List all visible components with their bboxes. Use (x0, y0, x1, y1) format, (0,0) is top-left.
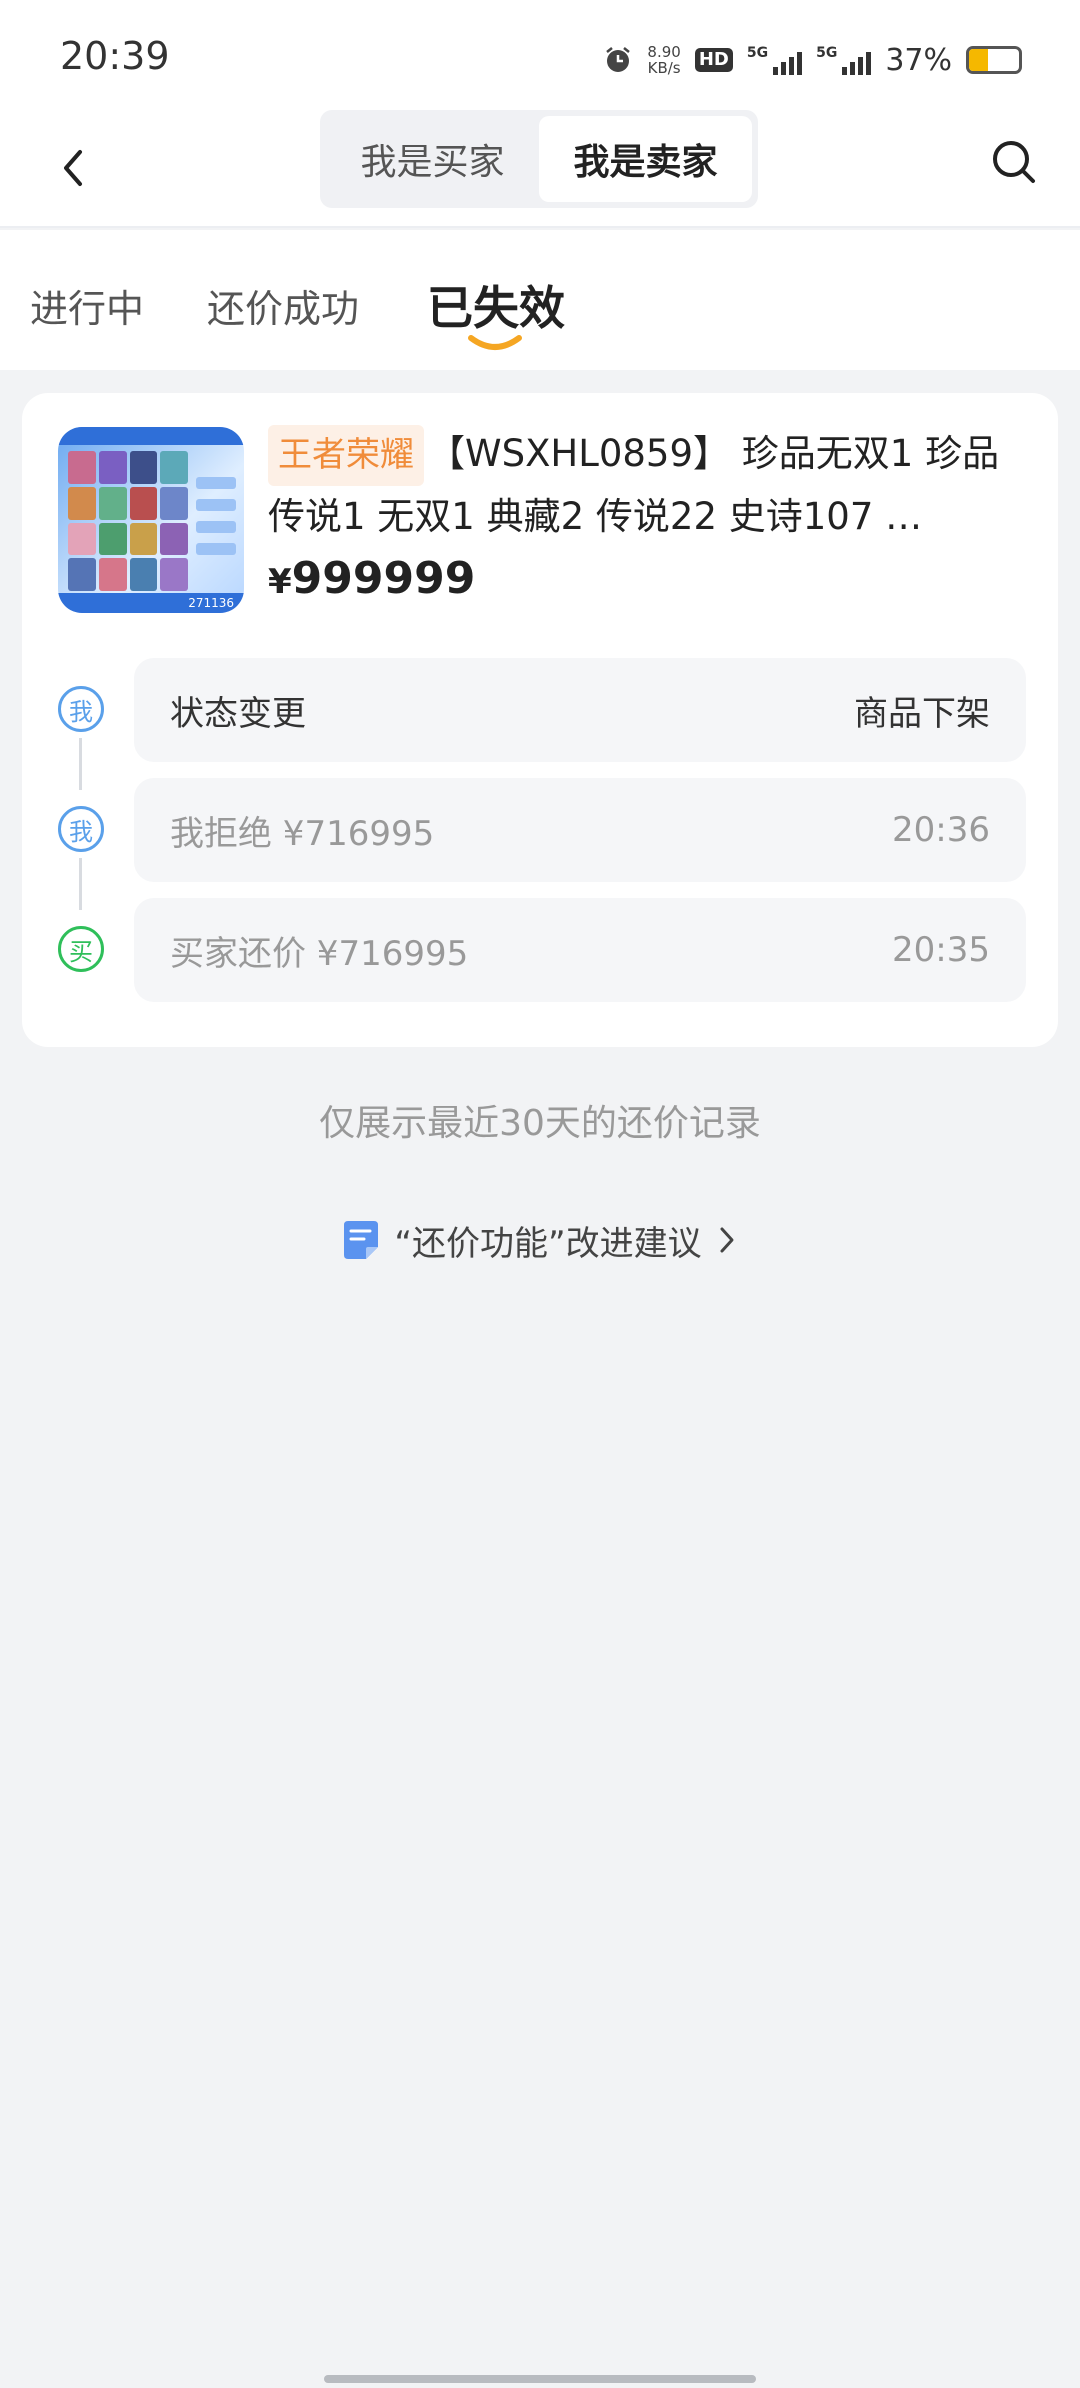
price-currency: ¥ (268, 562, 292, 602)
signal-icon: 5G (746, 45, 803, 75)
item-title[interactable]: 王者荣耀 【WSXHL0859】 珍品无双1 珍品传说1 无双1 典藏2 传说22… (268, 423, 1034, 547)
actor-badge: 我 (58, 806, 104, 852)
price-value: 999999 (291, 553, 476, 604)
net-speed-unit: KB/s (647, 59, 681, 77)
actor-badge: 买 (58, 926, 104, 972)
status-time: 20:39 (60, 34, 170, 78)
status-bar: 20:39 8.90 KB/s HD 5G 5G 37% (0, 0, 1080, 110)
timeline-event: 状态变更 (170, 693, 306, 734)
search-icon (993, 141, 1035, 183)
battery-level (969, 49, 988, 71)
tab-expired[interactable]: 已失效 (427, 272, 565, 338)
thumb-footer: 271136 (58, 593, 244, 613)
offer-card[interactable]: 271136 王者荣耀 【WSXHL0859】 珍品无双1 珍品传说1 无双1 典… (22, 393, 1058, 1047)
role-switch: 我是买家 我是卖家 (320, 110, 758, 208)
sim2-label: 5G (816, 45, 838, 61)
battery-percent: 37% (885, 42, 952, 78)
search-button[interactable] (984, 132, 1044, 192)
timeline-box: 我拒绝 ¥716995 20:36 (134, 778, 1026, 882)
tab-indicator (468, 335, 522, 350)
timeline-detail: 商品下架 (854, 693, 990, 734)
battery-icon (966, 46, 1022, 74)
timeline-time: 20:35 (892, 930, 990, 970)
timeline-event: 我拒绝 ¥716995 (170, 813, 435, 854)
tab-in-progress[interactable]: 进行中 (30, 278, 144, 333)
net-speed-value: 8.90 (647, 43, 681, 61)
document-icon (344, 1221, 379, 1259)
sim1-label: 5G (746, 45, 769, 61)
timeline-item: 买 买家还价 ¥716995 20:35 (22, 898, 1058, 1002)
item-price: ¥999999 (268, 553, 475, 604)
chevron-left-icon (64, 150, 82, 186)
hd-icon: HD (694, 48, 733, 72)
feedback-label: “还价功能”改进建议 (394, 1223, 702, 1264)
alarm-icon (606, 47, 631, 72)
feedback-link[interactable]: “还价功能”改进建议 (0, 1212, 1080, 1268)
home-indicator[interactable] (324, 2375, 756, 2383)
back-button[interactable] (48, 138, 98, 198)
timeline-item: 我 状态变更 商品下架 (22, 658, 1058, 762)
game-tag: 王者荣耀 (268, 425, 424, 486)
timeline-time: 20:36 (892, 810, 990, 850)
status-icons: 8.90 KB/s HD 5G 5G 37% (603, 40, 1022, 80)
nav-bar: 我是买家 我是卖家 (0, 110, 1080, 228)
timeline-item: 我 我拒绝 ¥716995 20:36 (22, 778, 1058, 882)
tab-success[interactable]: 还价成功 (207, 278, 359, 333)
timeline-box: 买家还价 ¥716995 20:35 (134, 898, 1026, 1002)
segment-seller[interactable]: 我是卖家 (539, 116, 752, 202)
chevron-right-icon (720, 1227, 734, 1253)
segment-buyer[interactable]: 我是买家 (326, 116, 539, 202)
records-note: 仅展示最近30天的还价记录 (319, 1103, 761, 1144)
actor-badge: 我 (58, 686, 104, 732)
timeline-event: 买家还价 ¥716995 (170, 933, 469, 974)
net-speed: 8.90 KB/s (647, 44, 680, 76)
status-tabs: 进行中 还价成功 已失效 (0, 230, 1080, 370)
item-thumbnail[interactable]: 271136 (58, 427, 244, 613)
timeline-box: 状态变更 商品下架 (134, 658, 1026, 762)
signal-icon: 5G (816, 45, 872, 75)
